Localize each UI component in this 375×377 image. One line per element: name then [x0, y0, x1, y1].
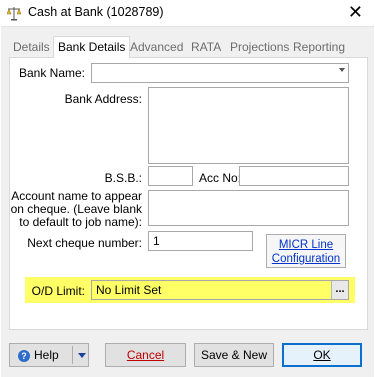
- account-name-field[interactable]: [148, 190, 349, 226]
- save-new-button[interactable]: Save & New: [194, 343, 274, 367]
- cancel-button[interactable]: Cancel: [105, 343, 186, 367]
- tab-projections[interactable]: Projections: [226, 38, 293, 56]
- next-cheque-label: Next cheque number:: [27, 236, 142, 250]
- bank-name-label: Bank Name:: [18, 66, 85, 80]
- scales-icon: [6, 7, 22, 21]
- bank-details-panel: Bank Name: Bank Address: B.S.B.: Acc No:…: [9, 57, 368, 330]
- bsb-field[interactable]: [148, 166, 193, 186]
- help-icon: ?: [18, 349, 30, 362]
- ellipsis-button[interactable]: ...: [331, 281, 348, 299]
- tab-bank-details[interactable]: Bank Details: [53, 36, 131, 58]
- bsb-label: B.S.B.:: [104, 171, 142, 185]
- window-title: Cash at Bank (1028789): [28, 5, 164, 19]
- next-cheque-value: 1: [153, 234, 160, 248]
- micr-line-label: MICR Line: [278, 239, 334, 251]
- help-separator: [72, 346, 73, 364]
- od-limit-value: No Limit Set: [96, 283, 162, 297]
- title-bar: Cash at Bank (1028789) ✕: [0, 0, 375, 26]
- bank-address-field[interactable]: [148, 87, 349, 164]
- acc-no-field[interactable]: [239, 166, 349, 186]
- close-icon[interactable]: ✕: [348, 1, 363, 23]
- help-label: Help: [34, 348, 59, 362]
- tab-reporting[interactable]: Reporting: [289, 38, 349, 56]
- dialog-body: Details Bank Details Advanced RATA Proje…: [1, 26, 374, 377]
- account-name-label-line1: Account name to appear: [11, 189, 142, 203]
- od-limit-field[interactable]: No Limit Set ...: [91, 280, 349, 300]
- chevron-down-icon[interactable]: [339, 68, 345, 72]
- chevron-down-icon[interactable]: [78, 353, 86, 358]
- acc-no-label: Acc No:: [199, 171, 242, 185]
- help-button[interactable]: ? Help: [9, 343, 89, 367]
- tab-advanced[interactable]: Advanced: [126, 38, 187, 56]
- tab-rata[interactable]: RATA: [187, 38, 225, 56]
- micr-configuration-label: Configuration: [271, 253, 341, 265]
- tab-details[interactable]: Details: [9, 38, 54, 56]
- micr-line-configuration-button[interactable]: MICR Line Configuration: [266, 234, 346, 268]
- next-cheque-field[interactable]: 1: [148, 231, 253, 251]
- account-name-label-line3: to default to job name):: [19, 215, 142, 229]
- ok-button[interactable]: OK: [282, 343, 362, 367]
- od-limit-label: O/D Limit:: [31, 284, 85, 298]
- bank-address-label: Bank Address:: [64, 92, 142, 106]
- bank-name-dropdown[interactable]: [91, 63, 349, 83]
- account-name-label-line2: on cheque. (Leave blank: [10, 202, 142, 216]
